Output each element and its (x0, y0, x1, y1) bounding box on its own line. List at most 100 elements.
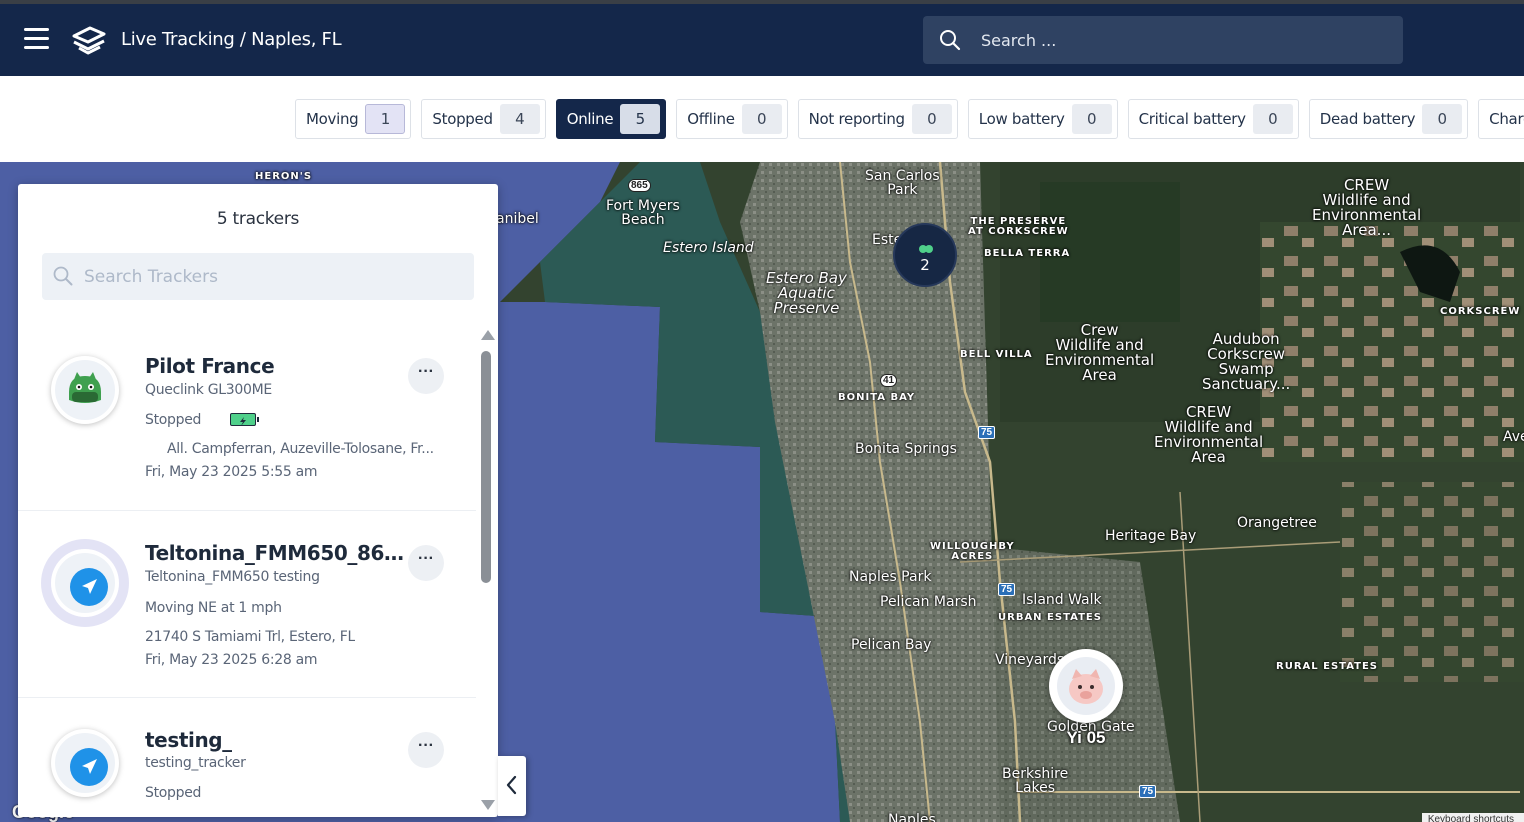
filter-moving[interactable]: Moving 1 (295, 99, 412, 139)
tracker-item[interactable]: Pilot France Queclink GL300ME Stopped Al… (18, 324, 476, 511)
pink-pig-avatar (1057, 657, 1115, 715)
map-label: THE PRESERVE AT CORKSCREW (968, 216, 1069, 237)
filter-not-reporting[interactable]: Not reporting 0 (797, 99, 958, 139)
filter-critical-battery[interactable]: Critical battery 0 (1127, 99, 1299, 139)
map-label: Vineyards (995, 652, 1065, 668)
tracker-item[interactable]: testing_ testing_tracker Stopped ··· (18, 698, 476, 817)
status-filter-bar: Moving 1 Stopped 4 Online 5 Offline 0 No… (0, 76, 1524, 162)
chevron-left-icon (506, 775, 517, 795)
filter-count: 0 (741, 104, 782, 134)
more-options-button[interactable]: ··· (408, 358, 444, 394)
tracker-status: Stopped (145, 412, 202, 428)
route-shield: 41 (880, 374, 898, 387)
tracker-item[interactable]: Teltonina_FMM650_8624... Teltonina_FMM65… (18, 511, 476, 698)
map-label: Estero Island (663, 240, 754, 256)
hamburger-icon[interactable] (24, 28, 49, 50)
tracker-address: All. Campferran, Auzeville-Tolosane, Fr.… (167, 441, 434, 457)
filter-stopped[interactable]: Stopped 4 (421, 99, 546, 139)
cluster-dots-icon (919, 245, 933, 253)
global-search[interactable] (923, 16, 1403, 64)
tracker-timestamp: Fri, May 23 2025 5:55 am (145, 464, 318, 480)
map-label: Berkshire Lakes (1002, 766, 1069, 796)
keyboard-shortcuts-link[interactable]: Keyboard shortcuts (1421, 813, 1524, 822)
filter-count: 0 (1071, 104, 1112, 134)
map-label: San Carlos Park (865, 168, 940, 198)
map-label: anibel (496, 211, 539, 227)
map-label: BONITA BAY (838, 392, 916, 403)
tracker-model: Teltonina_FMM650 testing (145, 569, 320, 585)
search-icon (53, 266, 73, 286)
filter-dead-battery[interactable]: Dead battery 0 (1308, 99, 1469, 139)
filter-label: Online (566, 110, 614, 128)
map-label: CREW Wildlife and Environmental Area (1154, 403, 1264, 466)
tracker-status: Moving NE at 1 mph (145, 600, 282, 616)
map-label: RURAL ESTATES (1276, 661, 1379, 672)
map-label: HERON'S (255, 171, 313, 182)
search-icon (940, 30, 961, 51)
tracker-avatar (51, 549, 119, 617)
tracker-avatar (51, 729, 119, 797)
filter-count: 1 (365, 104, 406, 134)
map-label: Ave (1503, 429, 1524, 445)
map-label: CORKSCREW (1440, 306, 1521, 317)
map-label: URBAN ESTATES (998, 612, 1102, 623)
collapse-panel-button[interactable] (498, 756, 526, 816)
filter-count: 0 (1422, 104, 1463, 134)
map-label: Bonita Springs (855, 441, 957, 457)
battery-charging-icon (230, 413, 259, 426)
filter-label: Charging (1489, 110, 1524, 128)
map-label: Island Walk (1022, 592, 1102, 608)
tracker-marker[interactable] (1049, 649, 1123, 723)
filter-label: Offline (687, 110, 735, 128)
map-label: Orangetree (1237, 515, 1317, 531)
filter-low-battery[interactable]: Low battery 0 (967, 99, 1118, 139)
navigation-arrow-icon (70, 748, 108, 786)
cluster-count: 2 (920, 256, 930, 274)
scroll-up-arrow-icon[interactable] (481, 330, 495, 340)
filter-label: Moving (306, 110, 359, 128)
filter-label: Critical battery (1138, 110, 1246, 128)
filter-count: 0 (911, 104, 952, 134)
scroll-down-arrow-icon[interactable] (481, 800, 495, 810)
map-label: CREW Wildlife and Environmental Area... (1312, 176, 1422, 239)
stacked-layers-logo[interactable] (70, 22, 108, 63)
route-shield: 75 (1139, 785, 1157, 798)
map-label: Naples Park (849, 569, 932, 585)
route-shield: 75 (978, 426, 996, 439)
global-search-input[interactable] (981, 16, 1381, 64)
more-options-button[interactable]: ··· (408, 545, 444, 581)
map-label: Audubon Corkscrew Swamp Sanctuary... (1202, 330, 1291, 393)
top-bar: Live Tracking / Naples, FL (0, 0, 1524, 76)
tracker-model: Queclink GL300ME (145, 382, 272, 398)
page-title: Live Tracking / Naples, FL (121, 29, 342, 50)
tracker-name: Teltonina_FMM650_8624... (145, 541, 407, 565)
filter-count: 5 (620, 104, 661, 134)
tracker-list-scrollbar[interactable] (478, 330, 495, 814)
tracker-status: Stopped (145, 785, 202, 801)
route-shield: 865 (628, 179, 651, 192)
tracker-panel: 5 trackers Search Trackers Pilot France … (18, 184, 498, 817)
tracker-search-input[interactable] (84, 253, 464, 300)
route-shield: 75 (998, 583, 1016, 596)
filter-label: Not reporting (808, 110, 905, 128)
map-label: Pelican Marsh (880, 594, 977, 610)
navigation-arrow-icon (70, 568, 108, 606)
tracker-search[interactable] (42, 253, 474, 300)
tracker-timestamp: Fri, May 23 2025 6:28 am (145, 652, 318, 668)
green-monster-avatar (51, 356, 119, 424)
filter-count: 4 (499, 104, 540, 134)
filter-online[interactable]: Online 5 (555, 99, 667, 139)
scroll-thumb[interactable] (481, 351, 491, 583)
map-label: Crew Wildlife and Environmental Area (1045, 321, 1155, 384)
filter-label: Low battery (978, 110, 1065, 128)
map-label: BELL VILLA (960, 349, 1033, 360)
tracker-cluster[interactable]: 2 (893, 223, 957, 287)
tracker-model: testing_tracker (145, 755, 246, 771)
map-label: WILLOUGHBY ACRES (930, 541, 1015, 562)
marker-label: Yi 05 (1066, 728, 1106, 747)
filter-charging[interactable]: Charging (1478, 99, 1524, 139)
tracker-name: testing_ (145, 728, 232, 752)
more-options-button[interactable]: ··· (408, 732, 444, 768)
filter-offline[interactable]: Offline 0 (676, 99, 788, 139)
map-label: Naples (888, 812, 936, 822)
